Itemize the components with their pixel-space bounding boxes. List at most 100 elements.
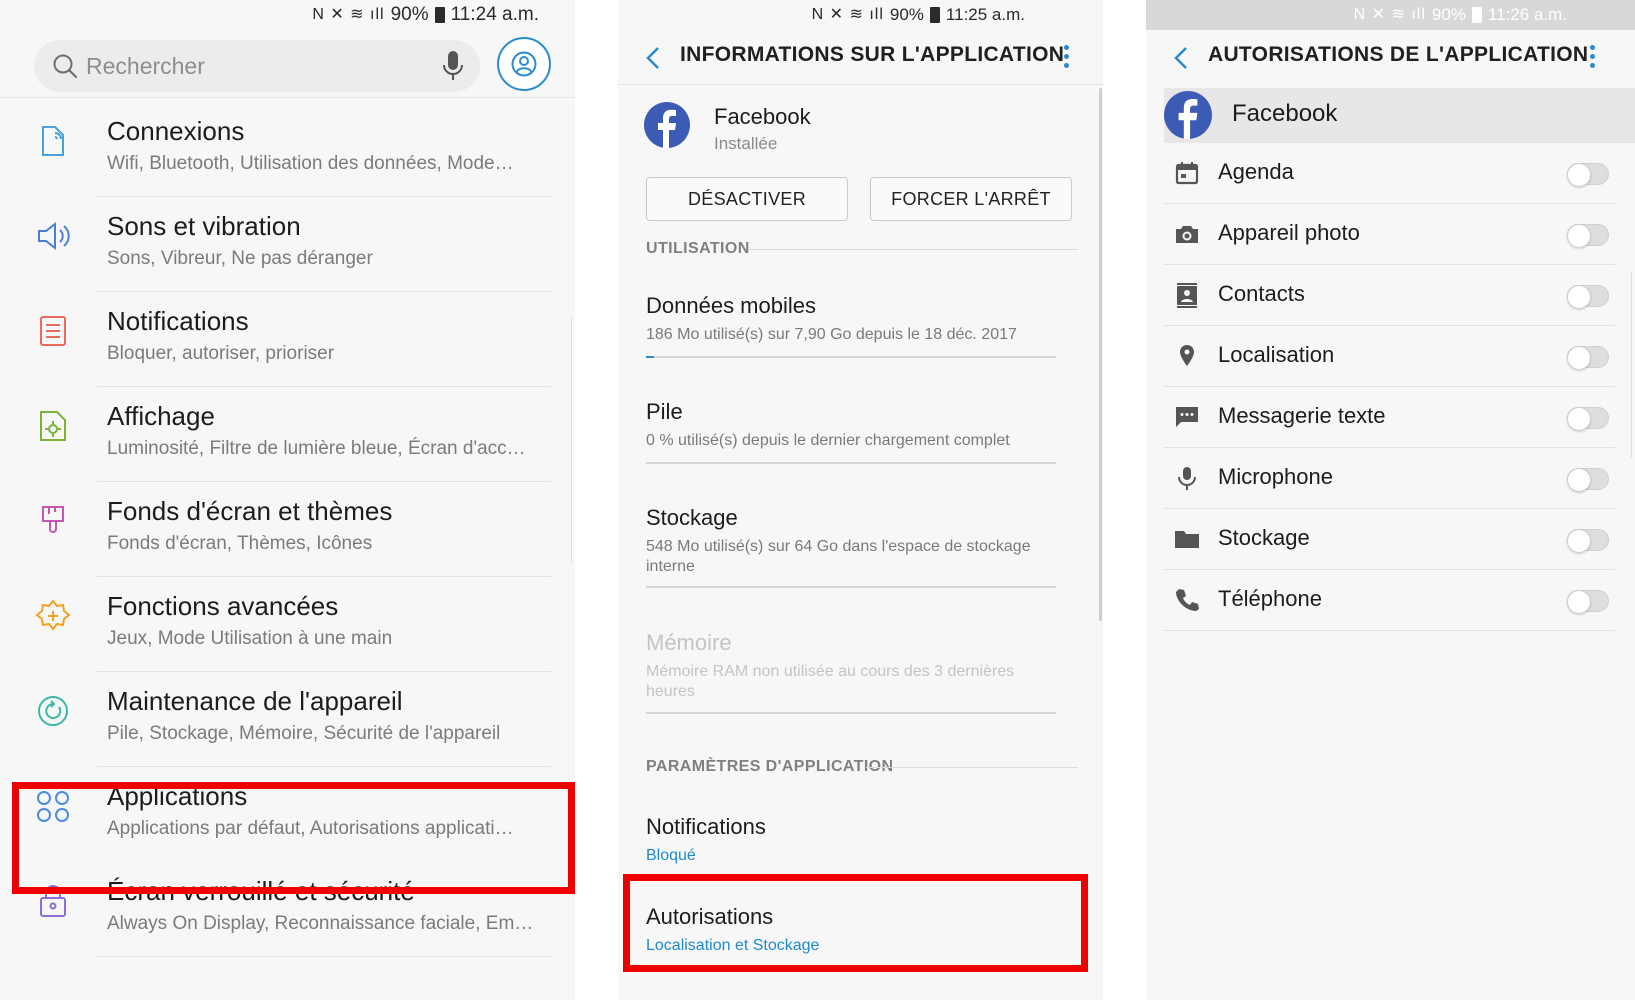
scroll-edge [571, 318, 575, 563]
mobile-data-item[interactable]: Données mobiles 186 Mo utilisé(s) sur 7,… [646, 293, 1056, 345]
item-title: Stockage [646, 505, 738, 530]
facebook-icon [644, 102, 690, 148]
toggle-knob [1567, 346, 1591, 370]
permission-label: Contacts [1218, 281, 1305, 306]
app-name: Facebook [714, 104, 811, 129]
battery-icon [929, 7, 940, 23]
permission-toggle[interactable] [1567, 224, 1609, 248]
disable-button[interactable]: DÉSACTIVER [646, 177, 848, 221]
item-subtitle: 548 Mo utilisé(s) sur 64 Go dans l'espac… [646, 538, 1031, 575]
highlight-box [623, 874, 1088, 972]
search-icon [53, 54, 78, 79]
permission-row-stockage[interactable]: Stockage [1164, 509, 1615, 570]
scrollbar[interactable] [1099, 88, 1102, 621]
toggle-knob [1567, 285, 1591, 309]
microphone-icon[interactable] [442, 50, 464, 82]
storage-item[interactable]: Stockage 548 Mo utilisé(s) sur 64 Go dan… [646, 505, 1056, 577]
toggle-knob [1567, 224, 1591, 248]
permission-row-contacts[interactable]: Contacts [1164, 265, 1615, 326]
status-bar: N ✕ ≋ ıll 90% 11:24 a.m. [312, 0, 539, 30]
permission-row-agenda[interactable]: Agenda [1164, 143, 1615, 204]
force-stop-button[interactable]: FORCER L'ARRÊT [870, 177, 1072, 221]
app-info-screen: N ✕ ≋ ıll 90% 11:25 a.m. INFORMATIONS SU… [618, 0, 1103, 1000]
status-time: 11:25 a.m. [945, 5, 1025, 24]
item-title: Fonds d'écran et thèmes [107, 496, 393, 526]
more-options-icon[interactable] [1588, 45, 1596, 71]
status-time: 11:26 a.m. [1487, 5, 1567, 24]
divider [646, 462, 1056, 464]
settings-item-notifications[interactable]: Notifications Bloquer, autoriser, priori… [0, 288, 575, 387]
permission-row-appareil-photo[interactable]: Appareil photo [1164, 204, 1615, 265]
app-install-status: Installée [714, 134, 778, 153]
contacts-icon [1177, 283, 1197, 308]
status-bar: N ✕ ≋ ıll 90% 11:25 a.m. [812, 0, 1025, 30]
settings-item-affichage[interactable]: Affichage Luminosité, Filtre de lumière … [0, 383, 575, 482]
battery-level: 90% [889, 5, 924, 24]
message-icon [1176, 407, 1198, 427]
permission-row-localisation[interactable]: Localisation [1164, 326, 1615, 387]
item-subtitle: 0 % utilisé(s) depuis le dernier chargem… [646, 432, 1010, 449]
settings-item-maintenance[interactable]: Maintenance de l'appareil Pile, Stockage… [0, 668, 575, 767]
facebook-icon [1164, 91, 1212, 139]
settings-item-sons-vibration[interactable]: Sons et vibration Sons, Vibreur, Ne pas … [0, 193, 575, 292]
maintenance-icon [38, 696, 68, 726]
item-title: Connexions [107, 116, 245, 146]
settings-item-fonds-ecran[interactable]: Fonds d'écran et thèmes Fonds d'écran, T… [0, 478, 575, 577]
permission-toggle[interactable] [1567, 468, 1609, 492]
item-subtitle: Bloqué [646, 847, 696, 864]
item-subtitle: Jeux, Mode Utilisation à une main [107, 628, 393, 649]
settings-item-fonctions-avancees[interactable]: Fonctions avancées Jeux, Mode Utilisatio… [0, 573, 575, 672]
data-usage-bar [646, 356, 1056, 358]
back-arrow-icon[interactable] [1170, 44, 1194, 72]
app-name: Facebook [1232, 100, 1338, 127]
user-icon [511, 51, 537, 77]
permission-label: Microphone [1218, 464, 1333, 489]
status-icons: N ✕ ≋ ıll [312, 6, 385, 23]
permission-label: Messagerie texte [1218, 403, 1386, 428]
advanced-features-icon [35, 599, 71, 631]
permission-toggle[interactable] [1567, 529, 1609, 553]
battery-item[interactable]: Pile 0 % utilisé(s) depuis le dernier ch… [646, 399, 1056, 451]
permission-toggle[interactable] [1567, 285, 1609, 309]
permission-label: Stockage [1218, 525, 1310, 550]
back-arrow-icon[interactable] [642, 44, 666, 72]
toggle-knob [1567, 407, 1591, 431]
item-subtitle: Pile, Stockage, Mémoire, Sécurité de l'a… [107, 723, 501, 744]
permission-label: Agenda [1218, 159, 1294, 184]
folder-icon [1175, 531, 1199, 548]
permission-label: Appareil photo [1218, 220, 1360, 245]
permission-toggle[interactable] [1567, 407, 1609, 431]
speaker-icon [38, 221, 70, 251]
item-title: Notifications [107, 306, 249, 336]
search-bar[interactable]: Rechercher [34, 40, 480, 92]
profile-button[interactable] [497, 37, 551, 91]
scroll-edge [1631, 272, 1635, 458]
section-header-app-settings: PARAMÈTRES D'APPLICATION [646, 758, 894, 775]
search-input[interactable]: Rechercher [86, 53, 205, 80]
item-subtitle: Fonds d'écran, Thèmes, Icônes [107, 533, 373, 554]
divider [748, 249, 1078, 250]
item-subtitle: Bloquer, autoriser, prioriser [107, 343, 335, 364]
settings-item-connexions[interactable]: Connexions Wifi, Bluetooth, Utilisation … [0, 98, 575, 197]
location-pin-icon [1180, 345, 1194, 366]
permission-toggle[interactable] [1567, 163, 1609, 187]
permission-row-messagerie[interactable]: Messagerie texte [1164, 387, 1615, 448]
calendar-icon [1175, 162, 1199, 185]
permission-toggle[interactable] [1567, 346, 1609, 370]
brush-icon [42, 506, 64, 533]
item-subtitle: Luminosité, Filtre de lumière bleue, Écr… [107, 438, 526, 459]
status-bar: N ✕ ≋ ıll 90% 11:26 a.m. [1354, 0, 1567, 30]
page-title: INFORMATIONS SUR L'APPLICATION [680, 43, 1065, 66]
status-icons: N ✕ ≋ ıll [1353, 6, 1426, 23]
toggle-knob [1567, 529, 1591, 553]
status-icons: N ✕ ≋ ıll [811, 6, 884, 23]
notifications-item[interactable]: Notifications Bloqué [646, 814, 1056, 866]
status-time: 11:24 a.m. [450, 4, 539, 25]
battery-level: 90% [390, 4, 429, 25]
permission-row-microphone[interactable]: Microphone [1164, 448, 1615, 509]
section-header-usage: UTILISATION [646, 240, 750, 257]
permission-toggle[interactable] [1567, 590, 1609, 614]
divider [866, 767, 1078, 768]
permission-row-telephone[interactable]: Téléphone [1164, 570, 1615, 631]
more-options-icon[interactable] [1062, 45, 1070, 71]
